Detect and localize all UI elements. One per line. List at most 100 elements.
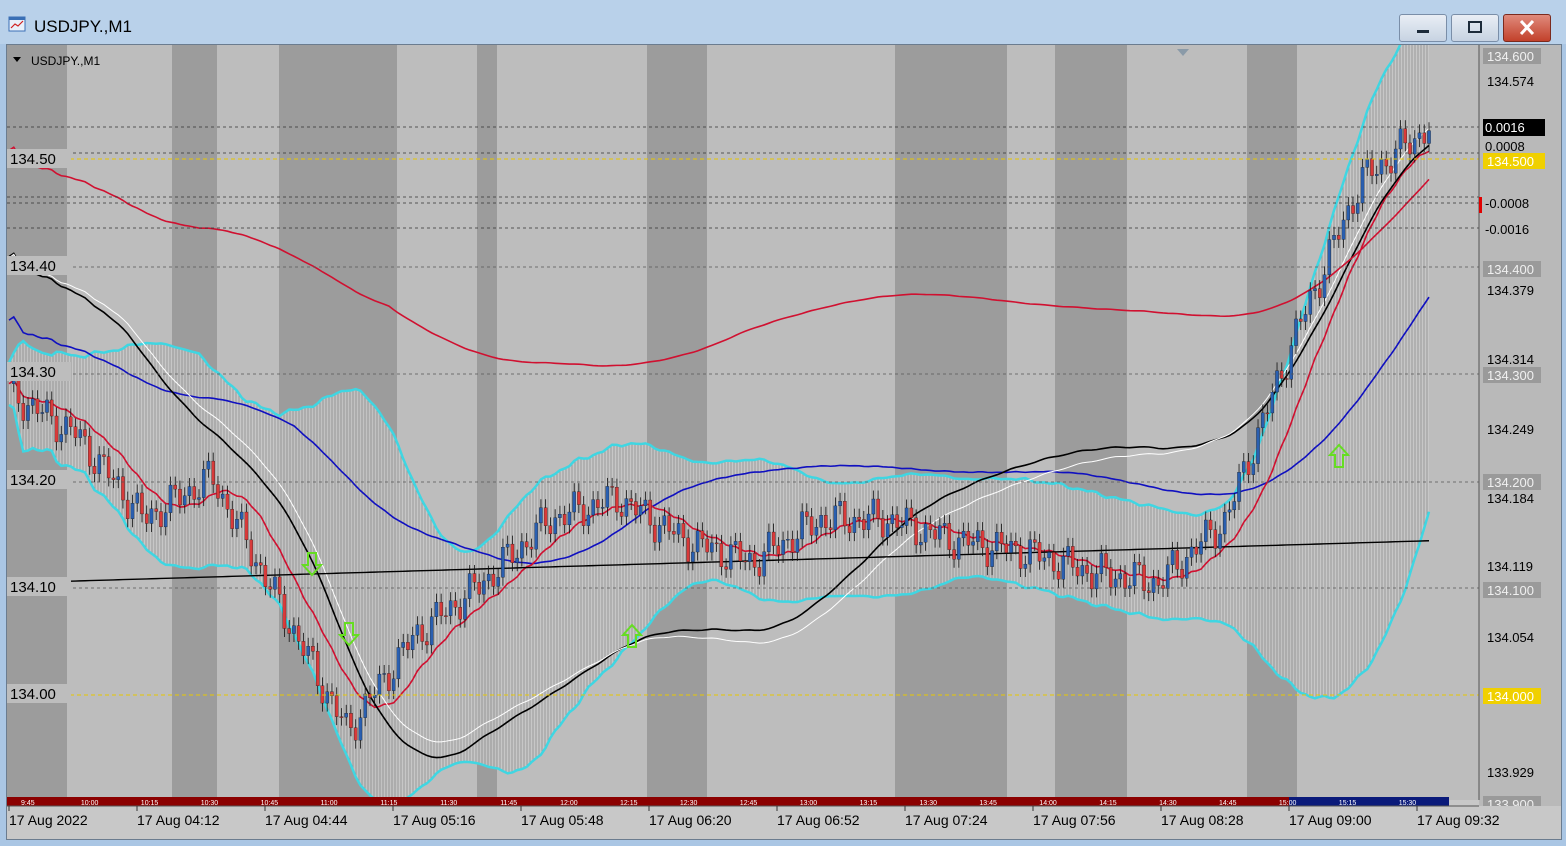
candle-body: [767, 531, 771, 552]
candle-body: [857, 516, 861, 520]
candle-body: [558, 514, 562, 518]
candle-body: [1270, 391, 1275, 414]
candle-body: [871, 498, 876, 515]
candle-body: [714, 542, 719, 545]
candle-body: [624, 498, 629, 517]
candle-body: [938, 525, 942, 540]
candle-body: [966, 531, 971, 546]
candle-body: [1118, 573, 1123, 580]
candle-body: [1061, 555, 1066, 580]
candle-body: [463, 598, 467, 620]
candle-body: [548, 525, 553, 535]
candle-body: [54, 415, 59, 443]
candle-body: [40, 412, 44, 414]
candle-body: [125, 499, 130, 519]
candle-body: [121, 476, 125, 501]
candle-body: [1384, 159, 1389, 167]
candle-body: [847, 525, 852, 533]
candle-body: [1389, 165, 1393, 174]
price-label: 134.300: [1487, 368, 1534, 383]
candle-body: [144, 513, 149, 524]
candle-body: [154, 508, 158, 512]
candle-body: [282, 594, 287, 629]
candle-body: [543, 507, 548, 526]
price-label: 134.379: [1487, 283, 1534, 298]
candle-body: [843, 501, 847, 527]
candle-body: [790, 538, 795, 553]
candle-body: [1242, 461, 1246, 473]
candle-body: [643, 499, 648, 506]
candle-body: [230, 509, 234, 529]
candle-body: [420, 624, 424, 642]
candle-body: [1280, 370, 1284, 379]
candle-body: [1104, 553, 1108, 568]
candle-body: [1237, 472, 1241, 502]
candle-body: [68, 416, 73, 427]
candle-body: [206, 460, 211, 470]
price-label: 134.184: [1487, 491, 1534, 506]
alert-marker: [1479, 197, 1482, 213]
time-label: 17 Aug 06:52: [777, 812, 860, 828]
candle-body: [1218, 533, 1222, 549]
candle-body: [1422, 132, 1427, 144]
candle-body: [762, 551, 766, 577]
candle-body: [572, 491, 576, 513]
candle-body: [235, 519, 239, 529]
candle-body: [610, 486, 614, 488]
minimize-button[interactable]: [1399, 14, 1447, 42]
candle-body: [178, 488, 182, 506]
candle-body: [287, 628, 291, 634]
candle-body: [814, 527, 819, 536]
candle-body: [192, 486, 196, 500]
candle-body: [1208, 519, 1213, 530]
time-label: 17 Aug 08:28: [1161, 812, 1244, 828]
candle-body: [1256, 427, 1260, 464]
candle-body: [786, 538, 790, 541]
session-zone: [647, 45, 707, 797]
candle-body: [64, 416, 68, 435]
candle-body: [648, 499, 652, 526]
candle-body: [686, 537, 690, 562]
candle-body: [16, 377, 21, 404]
candle-body: [135, 492, 139, 504]
price-label: 134.200: [1487, 475, 1534, 490]
candle-body: [539, 507, 543, 524]
candle-body: [1166, 564, 1170, 589]
candle-body: [662, 515, 667, 526]
candle-body: [700, 530, 705, 540]
candle-body: [1379, 159, 1384, 175]
candle-body: [738, 541, 743, 562]
candle-body: [368, 693, 372, 698]
chart-area[interactable]: USDJPY.,M1 134.600 134.574 134.400 134.379 1…: [6, 21, 1562, 840]
candle-body: [1099, 553, 1104, 574]
candle-body: [1341, 219, 1346, 240]
candle-body: [1018, 545, 1023, 569]
candle-body: [116, 476, 120, 480]
maximize-button[interactable]: [1451, 14, 1499, 42]
candle-body: [900, 525, 904, 528]
title-bar[interactable]: USDJPY.,M1: [0, 0, 1566, 44]
candle-body: [653, 524, 657, 543]
candle-body: [168, 484, 173, 513]
price-chart[interactable]: USDJPY.,M1 134.600 134.574 134.400 134.379 1…: [7, 21, 1561, 839]
candle-body: [524, 541, 529, 548]
minimize-icon: [1417, 30, 1429, 33]
candle-body: [1033, 539, 1037, 543]
candle-body: [201, 469, 206, 498]
candle-body: [358, 717, 363, 741]
close-button[interactable]: [1503, 14, 1551, 42]
left-scale-label: 134.50: [10, 151, 56, 168]
candle-body: [990, 550, 994, 567]
candle-body: [1322, 274, 1327, 298]
candle-body: [434, 601, 439, 617]
candle-body: [1151, 578, 1156, 593]
candle-body: [97, 454, 101, 474]
candle-body: [909, 507, 914, 519]
candle-body: [1265, 412, 1270, 415]
candle-body: [1246, 461, 1251, 475]
session-bar-current: [1289, 797, 1449, 806]
candle-body: [1199, 541, 1203, 555]
candle-body: [102, 454, 106, 457]
candle-body: [881, 518, 885, 538]
candle-body: [1294, 318, 1298, 346]
